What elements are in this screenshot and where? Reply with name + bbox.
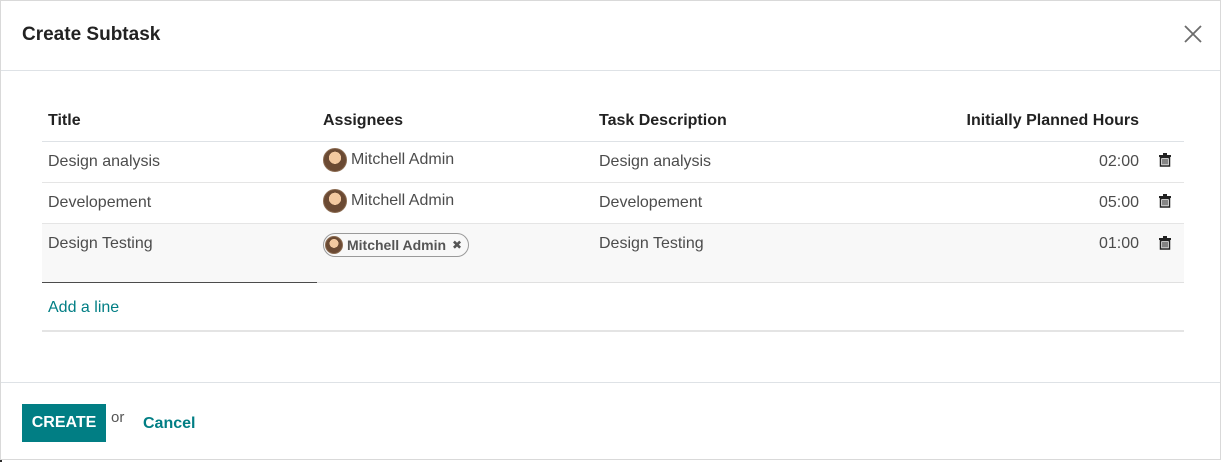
assignee[interactable]: Mitchell Admin <box>323 147 455 172</box>
dialog-title: Create Subtask <box>22 24 161 45</box>
assignee-tag[interactable]: Mitchell Admin ✖ <box>323 233 470 257</box>
row-description[interactable]: Design analysis <box>593 141 868 183</box>
row-hours[interactable]: 01:00 <box>868 223 1145 283</box>
trash-icon[interactable] <box>1158 193 1171 208</box>
dialog-footer: CREATE or Cancel <box>1 382 1220 459</box>
row-hours[interactable]: 02:00 <box>868 141 1145 183</box>
column-header-title[interactable]: Title <box>42 101 317 142</box>
or-label: or <box>111 409 125 426</box>
row-title[interactable]: Design analysis <box>42 141 317 183</box>
row-assignee-cell[interactable]: Mitchell Admin ✖ <box>317 223 593 283</box>
table-header-row: Title Assignees Task Description Initial… <box>42 101 1184 142</box>
assignee-name: Mitchell Admin <box>351 191 455 209</box>
row-hours[interactable]: 05:00 <box>868 182 1145 224</box>
cancel-button[interactable]: Cancel <box>143 415 195 433</box>
assignee[interactable]: Mitchell Admin <box>323 188 455 213</box>
column-header-task-description[interactable]: Task Description <box>593 101 868 142</box>
avatar <box>323 188 347 213</box>
column-header-actions <box>1145 101 1184 142</box>
table-row-editing[interactable]: Design Testing Mitchell Admin ✖ Design T… <box>42 223 1184 283</box>
avatar <box>325 236 343 254</box>
subtask-table: Title Assignees Task Description Initial… <box>42 101 1184 332</box>
avatar <box>323 147 347 172</box>
assignee-tag-label: Mitchell Admin <box>347 237 447 253</box>
create-subtask-dialog: Create Subtask Title Assignees Task Desc… <box>0 0 1221 460</box>
table-row[interactable]: Design analysis Mitchell Admin Design an… <box>42 141 1184 183</box>
assignee-name: Mitchell Admin <box>351 150 455 168</box>
row-delete-cell <box>1145 182 1184 224</box>
dialog-header: Create Subtask <box>1 1 1220 71</box>
remove-tag-icon[interactable]: ✖ <box>452 238 462 252</box>
table-bottom-border <box>42 330 1184 332</box>
row-title[interactable]: Design Testing <box>42 223 317 283</box>
row-delete-cell <box>1145 141 1184 183</box>
row-assignee-cell[interactable]: Mitchell Admin <box>317 141 593 183</box>
table-row[interactable]: Developement Mitchell Admin Developement… <box>42 182 1184 224</box>
column-header-planned-hours[interactable]: Initially Planned Hours <box>868 101 1145 142</box>
column-header-assignees[interactable]: Assignees <box>317 101 593 142</box>
row-description[interactable]: Design Testing <box>593 223 868 283</box>
row-delete-cell <box>1145 223 1184 283</box>
row-assignee-cell[interactable]: Mitchell Admin <box>317 182 593 224</box>
row-description[interactable]: Developement <box>593 182 868 224</box>
close-icon[interactable] <box>1182 23 1204 45</box>
trash-icon[interactable] <box>1158 152 1171 167</box>
trash-icon[interactable] <box>1158 236 1171 250</box>
row-title[interactable]: Developement <box>42 182 317 224</box>
add-a-line-link[interactable]: Add a line <box>48 299 119 317</box>
create-button[interactable]: CREATE <box>22 404 106 442</box>
